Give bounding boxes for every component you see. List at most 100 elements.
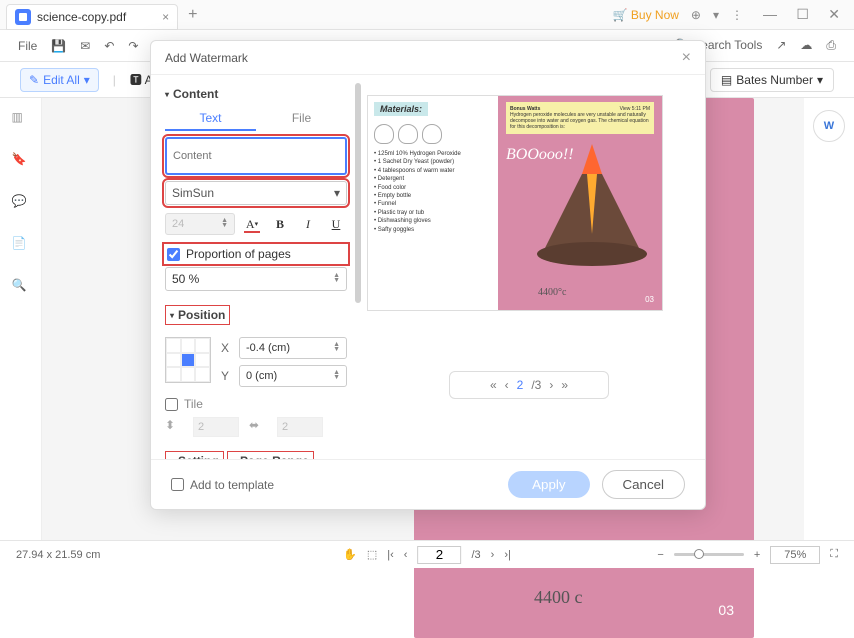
notification-icon[interactable]: ▾ [713,8,719,22]
pager-total: /3 [531,378,541,392]
font-select[interactable]: SimSun▾ [165,181,347,205]
zoom-in-icon[interactable]: + [754,549,760,561]
cancel-button[interactable]: Cancel [602,470,686,499]
thumbnails-icon[interactable]: ▥ [12,110,30,128]
zoom-out-icon[interactable]: − [657,549,663,561]
pager-current: 2 [517,378,524,392]
search-icon[interactable]: 🔍 [12,278,30,296]
proportion-checkbox[interactable] [167,248,180,261]
bg-temp-label: 4400 c [534,587,583,608]
preview-pager: « ‹ 2/3 › » [449,371,609,399]
statusbar: 27.94 x 21.59 cm ✋ ⬚ |‹ ‹ /3 › ›| − + 75… [0,540,854,568]
page-dimensions: 27.94 x 21.59 cm [16,549,100,561]
add-template-checkbox[interactable] [171,478,184,491]
redo-icon[interactable]: ↷ [128,39,138,53]
chevron-down-icon: ▾ [334,186,340,200]
tile-h-input[interactable]: 2 [193,417,239,437]
pager-last-icon[interactable]: » [561,378,568,392]
proportion-value-input[interactable]: 50 %▲▼ [165,267,347,291]
menu-file[interactable]: File [18,39,37,53]
y-input[interactable]: 0 (cm)▲▼ [239,365,347,387]
cloud-icon[interactable]: ☁ [800,38,812,53]
select-tool-icon[interactable]: ⬚ [367,548,377,561]
zoom-value[interactable]: 75% [770,546,820,564]
edit-icon: ✎ [29,73,39,87]
mail-icon[interactable]: ✉ [80,39,90,53]
bates-icon: ▤ [721,73,732,87]
right-sidebar: W [804,98,854,562]
first-page-icon[interactable]: |‹ [387,549,394,561]
document-tab[interactable]: science-copy.pdf × [6,4,178,30]
bookmark-icon[interactable]: 🔖 [12,152,30,170]
pv-materials-title: Materials: [374,102,428,116]
dialog-close-icon[interactable]: × [682,49,691,67]
maximize-icon[interactable]: ☐ [788,6,817,22]
tile-v-input[interactable]: 2 [277,417,323,437]
more-icon[interactable]: ⋮ [731,8,743,22]
pagerange-section-header[interactable]: ▸Page Range [227,451,314,459]
zoom-slider[interactable] [674,553,744,556]
pager-prev-icon[interactable]: ‹ [505,378,509,392]
hand-tool-icon[interactable]: ✋ [343,548,357,561]
font-size-input[interactable]: 24▲▼ [165,213,235,235]
left-sidebar: ▥ 🔖 💬 📄 🔍 [0,98,42,562]
tab-text[interactable]: Text [165,107,256,131]
watermark-content-input[interactable] [165,137,347,175]
pv-temp: 4400°c [538,287,566,298]
tab-title: science-copy.pdf [37,10,126,24]
volcano-icon [532,134,652,274]
molecule-icon [422,124,442,144]
add-to-template-row[interactable]: Add to template [171,478,274,492]
pager-next-icon[interactable]: › [549,378,553,392]
position-grid[interactable] [165,337,211,383]
minimize-icon[interactable]: — [755,6,785,22]
fit-page-icon[interactable]: ⛶ [830,548,838,561]
share-icon[interactable]: ↗ [776,38,786,53]
buy-now-link[interactable]: 🛒 Buy Now [613,8,679,22]
pdf-icon [15,9,31,25]
setting-section-header[interactable]: ▸Setting [165,451,224,459]
print-icon[interactable]: ⎙ [826,38,836,53]
globe-icon[interactable]: ⊕ [691,8,701,22]
x-label: X [221,341,233,355]
add-template-label: Add to template [190,478,274,492]
position-section-header[interactable]: ▾Position [165,305,230,325]
watermark-preview: Materials: • 125ml 10% Hydrogen Peroxide… [367,95,663,311]
proportion-checkbox-row[interactable]: Proportion of pages [165,245,347,263]
pager-first-icon[interactable]: « [490,378,497,392]
bates-label: Bates Number [736,73,813,87]
proportion-label: Proportion of pages [186,247,291,261]
ingredients-list: • 125ml 10% Hydrogen Peroxide• 1 Sachet … [374,150,492,234]
underline-button[interactable]: U [325,213,347,235]
close-window-icon[interactable]: ✕ [820,6,848,22]
word-export-icon[interactable]: W [813,110,845,142]
molecule-icon [374,124,394,144]
next-page-icon[interactable]: › [491,549,495,561]
save-icon[interactable]: 💾 [51,39,66,53]
last-page-icon[interactable]: ›| [504,549,511,561]
tab-close-icon[interactable]: × [162,10,169,24]
attachment-icon[interactable]: 📄 [12,236,30,254]
apply-button[interactable]: Apply [508,471,589,498]
tile-checkbox[interactable] [165,398,178,411]
bg-page-number: 03 [718,602,734,618]
tab-add-icon[interactable]: + [188,6,197,24]
tile-checkbox-row[interactable]: Tile [165,397,347,411]
font-color-button[interactable]: A▾ [241,213,263,235]
prev-page-icon[interactable]: ‹ [404,549,408,561]
dialog-scrollbar[interactable] [355,83,361,303]
italic-button[interactable]: I [297,213,319,235]
content-section-header[interactable]: ▾Content [165,87,347,101]
dialog-title: Add Watermark [165,51,248,65]
edit-all-button[interactable]: ✎ Edit All ▾ [20,68,99,92]
tab-file[interactable]: File [256,107,347,131]
bold-button[interactable]: B [269,213,291,235]
tile-vertical-icon[interactable]: ⬌ [249,418,267,436]
tile-label: Tile [184,397,203,411]
x-input[interactable]: -0.4 (cm)▲▼ [239,337,347,359]
comment-icon[interactable]: 💬 [12,194,30,212]
undo-icon[interactable]: ↶ [104,39,114,53]
tile-horizontal-icon[interactable]: ⬍ [165,418,183,436]
page-number-input[interactable] [417,546,461,564]
bates-number-button[interactable]: ▤ Bates Number ▾ [710,68,834,92]
